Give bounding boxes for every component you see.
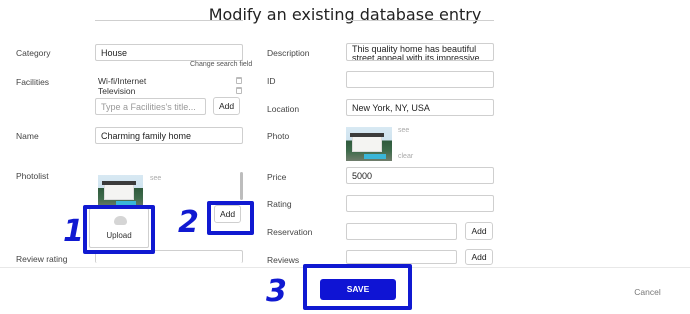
facility-item: Wi-fi/Internet (98, 76, 147, 86)
photolist-see-link[interactable]: see (150, 175, 161, 182)
reservation-field[interactable] (346, 223, 457, 240)
name-field[interactable]: Charming family home (95, 127, 243, 144)
annotation-box-add (207, 201, 254, 235)
reviews-label: Reviews (267, 255, 300, 265)
photo-see-link[interactable]: see (398, 127, 409, 134)
id-field[interactable] (346, 71, 494, 88)
name-label: Name (16, 131, 39, 141)
photo-clear-link[interactable]: clear (398, 153, 413, 160)
photolist-scrollbar[interactable] (240, 172, 243, 200)
description-label: Description (267, 48, 310, 58)
page-title: Modify an existing database entry (208, 5, 482, 24)
reservation-add-button[interactable]: Add (465, 222, 493, 240)
price-label: Price (267, 172, 287, 182)
reservation-label: Reservation (267, 227, 313, 237)
id-label: ID (267, 76, 276, 86)
trash-icon[interactable] (236, 77, 242, 84)
annotation-number-2: 2 (178, 205, 199, 240)
category-label: Category (16, 48, 51, 58)
reviews-field[interactable] (346, 250, 457, 264)
cutoff-field-right (346, 17, 494, 21)
location-field[interactable]: New York, NY, USA (346, 99, 494, 116)
annotation-number-3: 3 (266, 274, 287, 309)
photolist-label: Photolist (16, 171, 49, 181)
rating-label: Rating (267, 199, 292, 209)
annotation-box-save (303, 264, 412, 310)
category-field[interactable]: House (95, 44, 243, 61)
change-search-field-link[interactable]: Change search field (190, 61, 252, 68)
description-field[interactable]: This quality home has beautiful street a… (346, 43, 494, 61)
cancel-button[interactable]: Cancel (620, 287, 675, 297)
trash-icon[interactable] (236, 87, 242, 94)
photolist-thumbnail (98, 175, 143, 208)
review-rating-label: Review rating (16, 254, 68, 264)
rating-field[interactable] (346, 195, 494, 212)
photo-thumbnail (346, 127, 392, 161)
facilities-label: Facilities (16, 77, 50, 87)
facilities-input[interactable]: Type a Facilities's title... (95, 98, 206, 115)
price-field[interactable]: 5000 (346, 167, 494, 184)
facilities-add-button[interactable]: Add (213, 97, 240, 115)
cutoff-field-left (95, 17, 243, 21)
location-label: Location (267, 104, 300, 114)
annotation-number-1: 1 (63, 214, 84, 249)
annotation-box-upload (83, 205, 155, 254)
photo-label: Photo (267, 131, 290, 141)
facility-item: Television (98, 86, 136, 96)
reviews-add-button[interactable]: Add (465, 249, 493, 265)
